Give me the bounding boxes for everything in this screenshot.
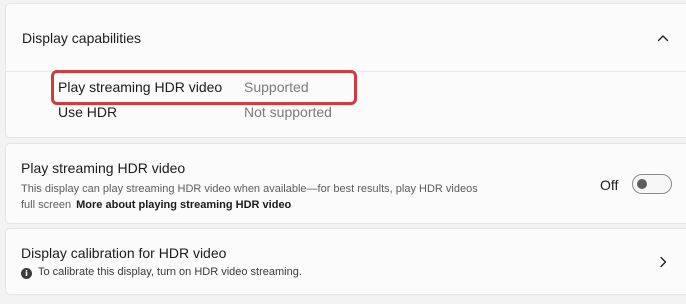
streaming-hdr-card: Play streaming HDR video This display ca…	[5, 143, 686, 224]
streaming-hdr-toggle[interactable]	[632, 174, 672, 194]
streaming-hdr-title: Play streaming HDR video	[21, 160, 186, 176]
display-calibration-card[interactable]: Display calibration for HDR video i To ca…	[5, 228, 686, 295]
chevron-right-icon	[660, 256, 667, 268]
display-calibration-title: Display calibration for HDR video	[21, 245, 227, 261]
capability-value: Not supported	[244, 104, 332, 120]
display-capabilities-header[interactable]: Display capabilities	[6, 4, 686, 71]
chevron-up-icon[interactable]	[657, 32, 669, 44]
streaming-hdr-description: This display can play streaming HDR vide…	[21, 181, 491, 213]
info-icon: i	[21, 268, 32, 279]
display-capabilities-title: Display capabilities	[22, 30, 142, 46]
toggle-state-label: Off	[600, 177, 619, 193]
settings-page: Display capabilities Play streaming HDR …	[0, 0, 686, 304]
display-calibration-note: i To calibrate this display, turn on HDR …	[21, 266, 302, 279]
more-about-streaming-hdr-link[interactable]: More about playing streaming HDR video	[76, 199, 291, 211]
toggle-knob	[637, 179, 647, 189]
capability-label: Use HDR	[58, 104, 118, 120]
display-calibration-note-text: To calibrate this display, turn on HDR v…	[38, 266, 302, 278]
highlight-annotation	[51, 70, 357, 105]
